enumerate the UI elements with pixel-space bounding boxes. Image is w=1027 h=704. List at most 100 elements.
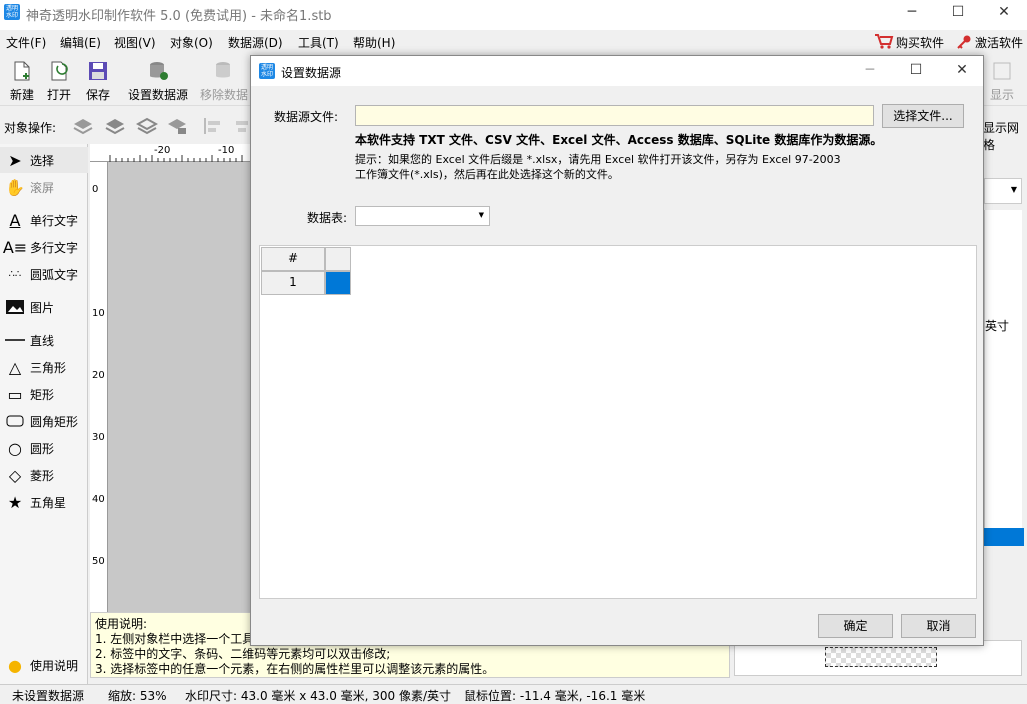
- tool-scroll[interactable]: ✋ 滚屏: [0, 174, 88, 200]
- menu-help[interactable]: 帮助(H): [353, 34, 395, 51]
- cart-icon: [874, 32, 894, 50]
- menu-view[interactable]: 视图(V): [114, 34, 156, 51]
- lightbulb-icon: ●: [8, 655, 22, 675]
- ruler-tick-label: 30: [92, 432, 105, 443]
- data-grid[interactable]: # 1: [259, 245, 977, 599]
- dialog-minimize-button[interactable]: ─: [847, 58, 893, 84]
- maximize-button[interactable]: ☐: [935, 0, 981, 26]
- layer-top-icon[interactable]: [104, 116, 126, 136]
- open-file-icon: [51, 61, 68, 81]
- cancel-button[interactable]: 取消: [901, 614, 976, 638]
- vertical-ruler: 0 10 20 30 40 50: [90, 162, 108, 612]
- support-text: 本软件支持 TXT 文件、CSV 文件、Excel 文件、Access 数据库、…: [355, 133, 883, 147]
- align-left-icon[interactable]: [202, 116, 224, 136]
- save-button[interactable]: 保存: [76, 58, 120, 104]
- status-zoom: 缩放: 53%: [108, 689, 167, 703]
- save-icon: [89, 62, 107, 80]
- design-canvas[interactable]: [108, 162, 250, 612]
- layer-bottom-icon[interactable]: [166, 116, 188, 136]
- grid-row-header: 1: [261, 271, 325, 295]
- help-line: 2. 标签中的文字、条码、二维码等元素均可以双击修改;: [95, 647, 391, 661]
- unit-label: 英寸: [985, 319, 1010, 333]
- tool-image[interactable]: 图片: [0, 294, 88, 320]
- display-icon: [993, 62, 1011, 80]
- arc-text-icon: ∴∴: [8, 268, 22, 280]
- key-icon: [956, 34, 972, 50]
- database-icon: [150, 62, 168, 80]
- choose-file-button[interactable]: 选择文件...: [882, 104, 964, 128]
- dialog-title-bar: 透明 水印 设置数据源 ─ ☐ ✕: [251, 56, 983, 86]
- tool-rectangle[interactable]: ▭ 矩形: [0, 381, 88, 407]
- tool-rounded-rectangle[interactable]: 圆角矩形: [0, 408, 88, 434]
- tool-line[interactable]: 直线: [0, 327, 88, 353]
- ruler-tick-label: 10: [92, 308, 105, 319]
- hint-text: 提示：如果您的 Excel 文件后缀是 *.xlsx，请先用 Excel 软件打…: [355, 153, 841, 181]
- data-table-select[interactable]: ▼: [355, 206, 490, 226]
- open-button[interactable]: 打开: [37, 58, 81, 104]
- grid-header-rownum: #: [261, 247, 325, 271]
- chevron-down-icon: ▼: [478, 211, 484, 219]
- tool-single-line-text[interactable]: A 单行文字: [0, 207, 88, 233]
- remove-datasource-button[interactable]: 移除数据: [196, 58, 252, 104]
- multi-text-icon: A≡: [2, 237, 28, 257]
- grid-selected-cell[interactable]: [325, 271, 351, 295]
- layer-down-icon[interactable]: [135, 116, 159, 136]
- triangle-icon: △: [8, 357, 22, 377]
- help-line: 3. 选择标签中的任意一个元素，在右侧的属性栏里可以调整该元素的属性。: [95, 662, 495, 676]
- circle-icon: ○: [8, 438, 22, 458]
- tool-circle[interactable]: ○ 圆形: [0, 435, 88, 461]
- watermark-preview: [825, 647, 937, 667]
- menu-datasource[interactable]: 数据源(D): [228, 34, 283, 51]
- menu-bar: 文件(F) 编辑(E) 视图(V) 对象(O) 数据源(D) 工具(T) 帮助(…: [0, 30, 1027, 54]
- datasource-file-label: 数据源文件:: [274, 110, 339, 124]
- line-icon: [4, 330, 26, 350]
- object-operations-label: 对象操作:: [4, 121, 57, 135]
- tool-panel: ➤ 选择 ✋ 滚屏 A 单行文字 A≡ 多行文字 ∴∴ 圆弧文字 图片 直线 △ 三角形 ▭…: [0, 144, 88, 684]
- close-button[interactable]: ✕: [981, 0, 1027, 26]
- help-button[interactable]: ● 使用说明: [0, 650, 88, 680]
- selected-property-row[interactable]: [984, 528, 1024, 546]
- activate-software-link[interactable]: 激活软件: [975, 34, 1023, 51]
- display-button[interactable]: 显示: [980, 58, 1024, 104]
- ruler-tick-label: 40: [92, 494, 105, 505]
- show-grid-label[interactable]: 显示网格: [983, 119, 1027, 153]
- hand-icon: ✋: [5, 177, 25, 197]
- menu-object[interactable]: 对象(O): [170, 34, 213, 51]
- tool-triangle[interactable]: △ 三角形: [0, 354, 88, 380]
- datasource-dialog: 透明 水印 设置数据源 ─ ☐ ✕ 数据源文件: 选择文件... 本软件支持 TX…: [250, 55, 984, 646]
- status-datasource: 未设置数据源: [12, 689, 85, 703]
- tool-arc-text[interactable]: ∴∴ 圆弧文字: [0, 261, 88, 287]
- property-dropdown[interactable]: ▼: [984, 178, 1022, 204]
- menu-tools[interactable]: 工具(T): [298, 34, 339, 51]
- window-title: 神奇透明水印制作软件 5.0 (免费试用) - 未命名1.stb: [26, 9, 332, 24]
- status-mouse: 鼠标位置: -11.4 毫米, -16.1 毫米: [464, 689, 646, 703]
- horizontal-ruler: -20 -10: [90, 144, 250, 162]
- ok-button[interactable]: 确定: [818, 614, 893, 638]
- app-icon: 透明 水印: [4, 4, 20, 20]
- cursor-icon: ➤: [8, 150, 22, 170]
- single-text-icon: A: [9, 210, 21, 230]
- layer-up-icon[interactable]: [72, 116, 94, 136]
- tool-select[interactable]: ➤ 选择: [0, 147, 88, 173]
- set-datasource-button[interactable]: 设置数据源: [124, 58, 192, 104]
- menu-edit[interactable]: 编辑(E): [60, 34, 101, 51]
- ruler-tick-label: 0: [92, 184, 99, 195]
- datasource-file-input[interactable]: [355, 105, 874, 126]
- property-panel: 英寸: [984, 210, 1022, 530]
- status-bar: 未设置数据源 缩放: 53% 水印尺寸: 43.0 毫米 x 43.0 毫米, …: [0, 684, 1027, 703]
- ruler-tick-label: 50: [92, 556, 105, 567]
- image-icon: [4, 297, 26, 317]
- ruler-tick-label: 20: [92, 370, 105, 381]
- tool-multi-line-text[interactable]: A≡ 多行文字: [0, 234, 88, 260]
- tool-diamond[interactable]: ◇ 菱形: [0, 462, 88, 488]
- star-icon: ★: [7, 492, 23, 512]
- dialog-maximize-button[interactable]: ☐: [893, 58, 939, 84]
- buy-software-link[interactable]: 购买软件: [896, 34, 944, 51]
- tool-star[interactable]: ★ 五角星: [0, 489, 88, 515]
- grid-header-col[interactable]: [325, 247, 351, 271]
- menu-file[interactable]: 文件(F): [6, 34, 46, 51]
- minimize-button[interactable]: ─: [889, 0, 935, 26]
- align-center-icon[interactable]: [234, 116, 250, 136]
- diamond-icon: ◇: [8, 465, 22, 485]
- dialog-close-button[interactable]: ✕: [939, 58, 985, 84]
